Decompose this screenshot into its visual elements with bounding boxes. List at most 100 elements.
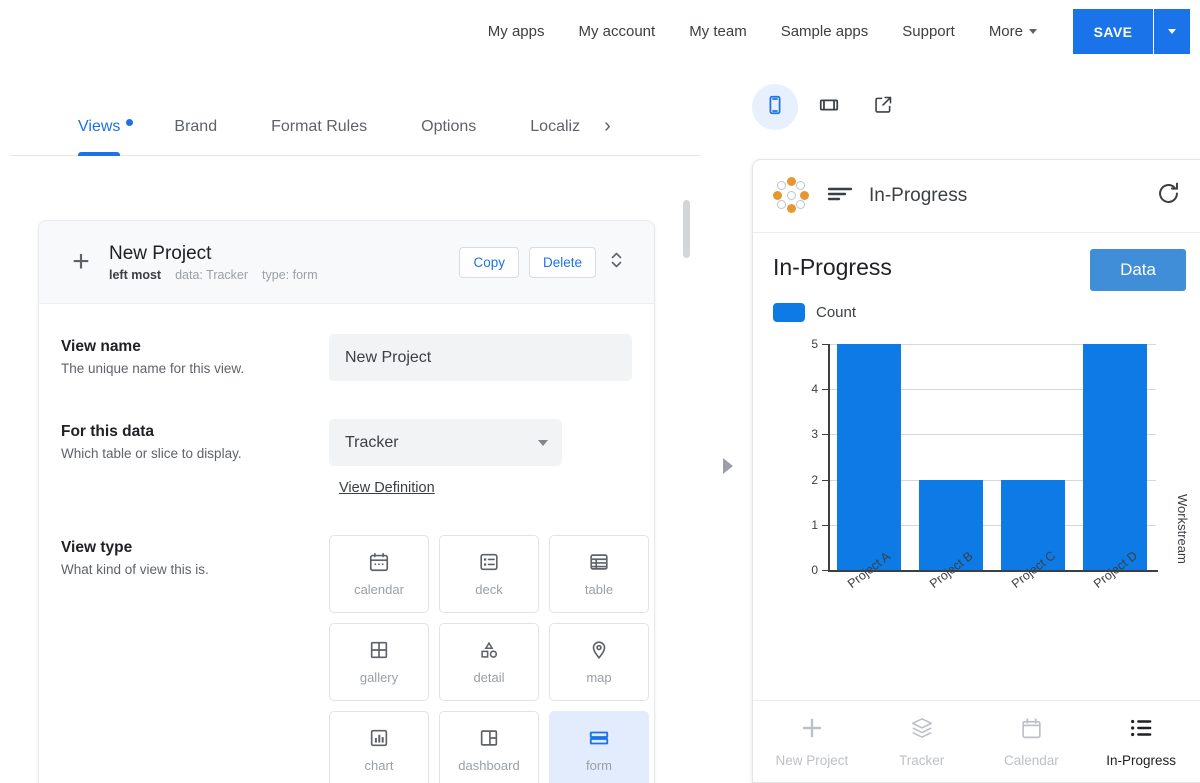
- phone-preview: In-Progress In-Progress Data Count 0 1 2 3 4…: [752, 159, 1200, 783]
- tab-views-label: Views: [78, 118, 121, 135]
- chart-bar[interactable]: [837, 344, 901, 570]
- view-card-header-text: New Project left most data: Tracker type…: [101, 242, 449, 282]
- view-card-meta-type: type: form: [262, 268, 318, 282]
- editor-scrollbar-thumb[interactable]: [683, 200, 690, 258]
- device-tablet-button[interactable]: [806, 84, 852, 130]
- device-phone-button[interactable]: [752, 84, 798, 130]
- nav-link-more[interactable]: More: [972, 23, 1059, 41]
- field-view-type-desc: What kind of view this is.: [61, 562, 209, 577]
- view-type-option-deck[interactable]: deck: [439, 535, 539, 613]
- bottom-nav-label-calendar: Calendar: [1003, 752, 1059, 768]
- unsaved-changes-dot-icon: [126, 119, 134, 126]
- detail-icon: [477, 639, 501, 661]
- data-button[interactable]: Data: [1090, 249, 1186, 291]
- chart-y-tick-label: 3: [811, 427, 818, 442]
- view-definition-link[interactable]: View Definition: [339, 480, 435, 496]
- app-preview-panel: In-Progress In-Progress Data Count 0 1 2 3 4…: [742, 63, 1200, 783]
- view-card-meta-position: left most: [109, 268, 162, 282]
- nav-link-sample-apps[interactable]: Sample apps: [764, 23, 886, 41]
- nav-link-support[interactable]: Support: [885, 23, 972, 41]
- bottom-nav-label-in-progress: In-Progress: [1106, 753, 1177, 768]
- phone-bottom-navigation: New Project Tracker Calendar In-Progress: [753, 700, 1200, 782]
- bottom-nav-item-in-progress[interactable]: In-Progress: [1086, 715, 1196, 768]
- bottom-nav-item-calendar[interactable]: Calendar: [977, 716, 1087, 768]
- tab-format-rules[interactable]: Format Rules: [271, 118, 367, 156]
- nav-link-my-apps[interactable]: My apps: [471, 23, 562, 41]
- save-button-group: SAVE: [1073, 9, 1190, 54]
- nav-link-my-team[interactable]: My team: [672, 23, 764, 41]
- editor-panel: Views Brand Format Rules Options Localiz…: [0, 63, 710, 783]
- add-view-plus-icon[interactable]: +: [61, 247, 101, 277]
- chart-y-axis: [828, 344, 830, 572]
- view-type-option-detail[interactable]: detail: [439, 623, 539, 701]
- active-tab-indicator: [78, 152, 121, 156]
- chart-legend: Count: [773, 303, 1186, 322]
- calendar-icon: [1019, 716, 1044, 746]
- field-for-this-data: For this data Which table or slice to di…: [39, 419, 654, 497]
- legend-label-count: Count: [816, 304, 857, 321]
- bottom-nav-item-tracker[interactable]: Tracker: [867, 715, 977, 768]
- view-type-option-chart-label: chart: [364, 758, 394, 773]
- chart-y-axis-right-label: Workstream: [1175, 494, 1190, 564]
- calendar-icon: [368, 551, 390, 573]
- view-card-title: New Project: [109, 243, 212, 264]
- table-icon: [588, 551, 610, 573]
- map-pin-icon: [588, 639, 610, 661]
- form-icon: [587, 727, 611, 749]
- tab-options[interactable]: Options: [421, 118, 476, 156]
- nav-link-my-account[interactable]: My account: [561, 23, 672, 41]
- chart-y-tick-label: 2: [811, 472, 818, 487]
- tab-brand[interactable]: Brand: [174, 118, 217, 156]
- editor-scrollbar[interactable]: [681, 160, 691, 720]
- view-type-option-form[interactable]: form: [549, 711, 649, 783]
- view-card-meta: left most data: Tracker type: form: [109, 268, 449, 282]
- view-card-meta-data: data: Tracker: [175, 268, 249, 282]
- hamburger-menu-icon[interactable]: [827, 185, 853, 208]
- view-card-header: + New Project left most data: Tracker ty…: [39, 221, 654, 304]
- tab-localization[interactable]: Localiz: [530, 118, 580, 156]
- save-button[interactable]: SAVE: [1073, 9, 1153, 54]
- editor-right-edge: [709, 126, 710, 783]
- copy-button[interactable]: Copy: [459, 246, 519, 278]
- view-name-input[interactable]: [329, 334, 632, 381]
- bottom-nav-item-new-project[interactable]: New Project: [757, 715, 867, 768]
- view-type-option-chart[interactable]: chart: [329, 711, 429, 783]
- panel-expander-triangle-right-icon[interactable]: [723, 455, 741, 477]
- chart-y-tick-label: 0: [811, 563, 818, 577]
- view-type-option-dashboard[interactable]: dashboard: [439, 711, 539, 783]
- view-type-grid: calendar deck table gallery detail map c…: [329, 535, 654, 783]
- bar-chart: 012345 Workstream Project A Project B Proj…: [773, 337, 1190, 624]
- save-dropdown-button[interactable]: [1154, 9, 1190, 54]
- phone-app-header: In-Progress: [753, 160, 1200, 233]
- view-type-option-calendar-label: calendar: [354, 582, 404, 597]
- view-type-option-dashboard-label: dashboard: [458, 758, 520, 773]
- data-source-select[interactable]: Tracker: [329, 419, 562, 466]
- view-type-option-calendar[interactable]: calendar: [329, 535, 429, 613]
- view-type-option-table[interactable]: table: [549, 535, 649, 613]
- view-type-option-table-label: table: [584, 582, 614, 597]
- view-type-option-map[interactable]: map: [549, 623, 649, 701]
- chart-bar[interactable]: [1083, 344, 1147, 570]
- field-view-name-label: View name The unique name for this view.: [61, 334, 329, 381]
- app-logo-icon: [771, 176, 811, 216]
- field-for-this-data-desc: Which table or slice to display.: [61, 446, 242, 461]
- view-type-option-gallery[interactable]: gallery: [329, 623, 429, 701]
- top-navigation-bar: My apps My account My team Sample apps S…: [0, 0, 1200, 63]
- refresh-icon[interactable]: [1155, 180, 1182, 212]
- field-view-name-title: View name: [61, 338, 141, 355]
- open-external-button[interactable]: [860, 84, 906, 130]
- tab-views[interactable]: Views: [78, 118, 134, 156]
- field-view-name-control: [329, 334, 654, 381]
- device-toolbar: [742, 63, 1200, 130]
- delete-button[interactable]: Delete: [528, 246, 596, 278]
- phone-header-title: In-Progress: [869, 185, 968, 206]
- field-for-this-data-label: For this data Which table or slice to di…: [61, 419, 329, 497]
- editor-tabs: Views Brand Format Rules Options Localiz…: [0, 63, 710, 156]
- tabs-next-chevron-right-icon[interactable]: ›: [604, 115, 611, 156]
- view-type-option-deck-label: deck: [475, 582, 503, 597]
- nav-link-more-label: More: [988, 22, 1023, 40]
- top-nav-links: My apps My account My team Sample apps S…: [471, 23, 1059, 41]
- reorder-up-down-chevron-icon[interactable]: [596, 249, 636, 276]
- external-link-icon: [873, 94, 894, 120]
- chevron-down-icon: [1168, 29, 1176, 34]
